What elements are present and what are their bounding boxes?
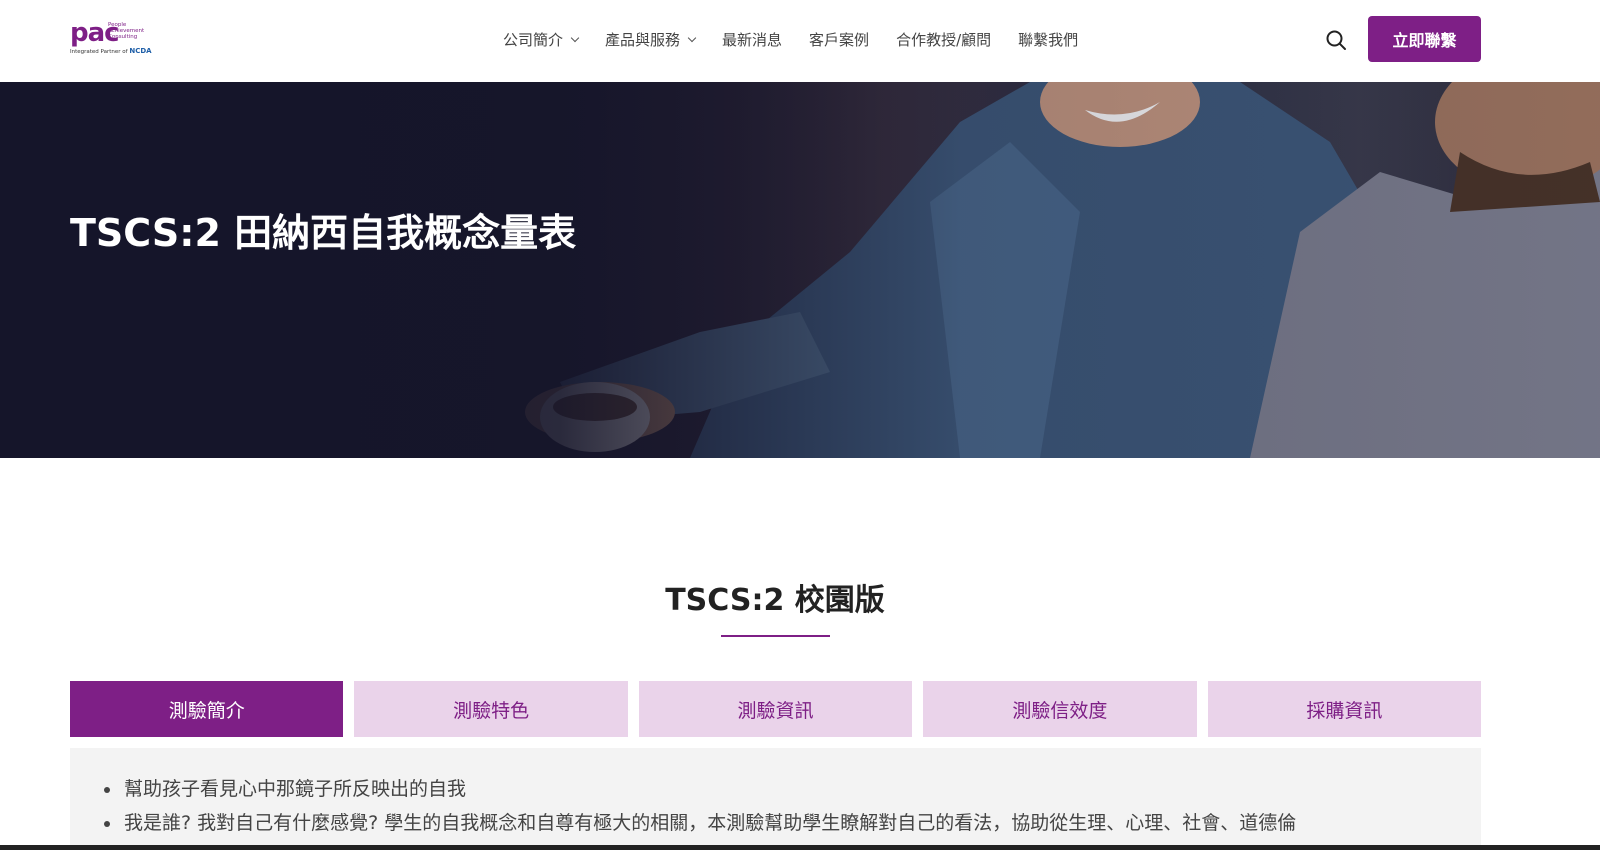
tab-features[interactable]: 測驗特色 [354,681,628,737]
nav-label: 公司簡介 [503,30,564,49]
nav-label: 客戶案例 [809,30,870,49]
tab-bar: 測驗簡介 測驗特色 測驗資訊 測驗信效度 採購資訊 [70,681,1482,737]
hero-title: TSCS:2 田納西自我概念量表 [70,211,577,255]
nav-label: 最新消息 [722,30,783,49]
company-logo[interactable]: pac People Achievement Consulting Integr… [70,18,152,56]
tab-content-panel: 幫助孩子看見心中那鏡子所反映出的自我 我是誰? 我對自己有什麼感覺? 學生的自我… [70,748,1481,850]
nav-label: 聯繫我們 [1018,30,1079,49]
nav-label: 合作教授/顧問 [896,30,992,49]
tab-purchase[interactable]: 採購資訊 [1207,681,1482,737]
nav-item-about[interactable]: 公司簡介 [503,29,580,50]
tab-intro[interactable]: 測驗簡介 [70,681,344,737]
list-item: 幫助孩子看見心中那鏡子所反映出的自我 [104,772,1481,806]
nav-label: 產品與服務 [605,30,681,49]
site-header: pac People Achievement Consulting Integr… [0,0,1600,82]
nav-item-advisors[interactable]: 合作教授/顧問 [896,29,991,50]
logo-subtitle: People Achievement Consulting [108,22,145,40]
nav-item-contact[interactable]: 聯繫我們 [1018,29,1078,50]
section-title: TSCS:2 校園版 [665,583,885,618]
nav-item-products[interactable]: 產品與服務 [605,29,697,50]
nav-item-news[interactable]: 最新消息 [722,29,782,50]
chevron-down-icon [687,33,697,42]
hero-banner: TSCS:2 田納西自我概念量表 [0,82,1600,458]
tab-reliability[interactable]: 測驗信效度 [923,681,1197,737]
logo-partner: Integrated Partner of NCDA [70,47,152,55]
tab-info[interactable]: 測驗資訊 [638,681,913,737]
contact-now-button[interactable]: 立即聯繫 [1368,16,1481,62]
list-item: 我是誰? 我對自己有什麼感覺? 學生的自我概念和自尊有極大的相關，本測驗幫助學生… [104,806,1481,840]
chevron-down-icon [570,33,580,42]
nav-item-cases[interactable]: 客戶案例 [809,29,869,50]
bullet-list: 幫助孩子看見心中那鏡子所反映出的自我 我是誰? 我對自己有什麼感覺? 學生的自我… [70,748,1481,840]
main-nav: 公司簡介 產品與服務 最新消息 客戶案例 合作教授/顧問 聯繫我們 [503,0,1105,78]
bottom-edge-bar [0,845,1600,850]
search-icon[interactable] [1325,29,1347,51]
title-underline [721,635,830,637]
hero-background-photo [0,82,1600,458]
